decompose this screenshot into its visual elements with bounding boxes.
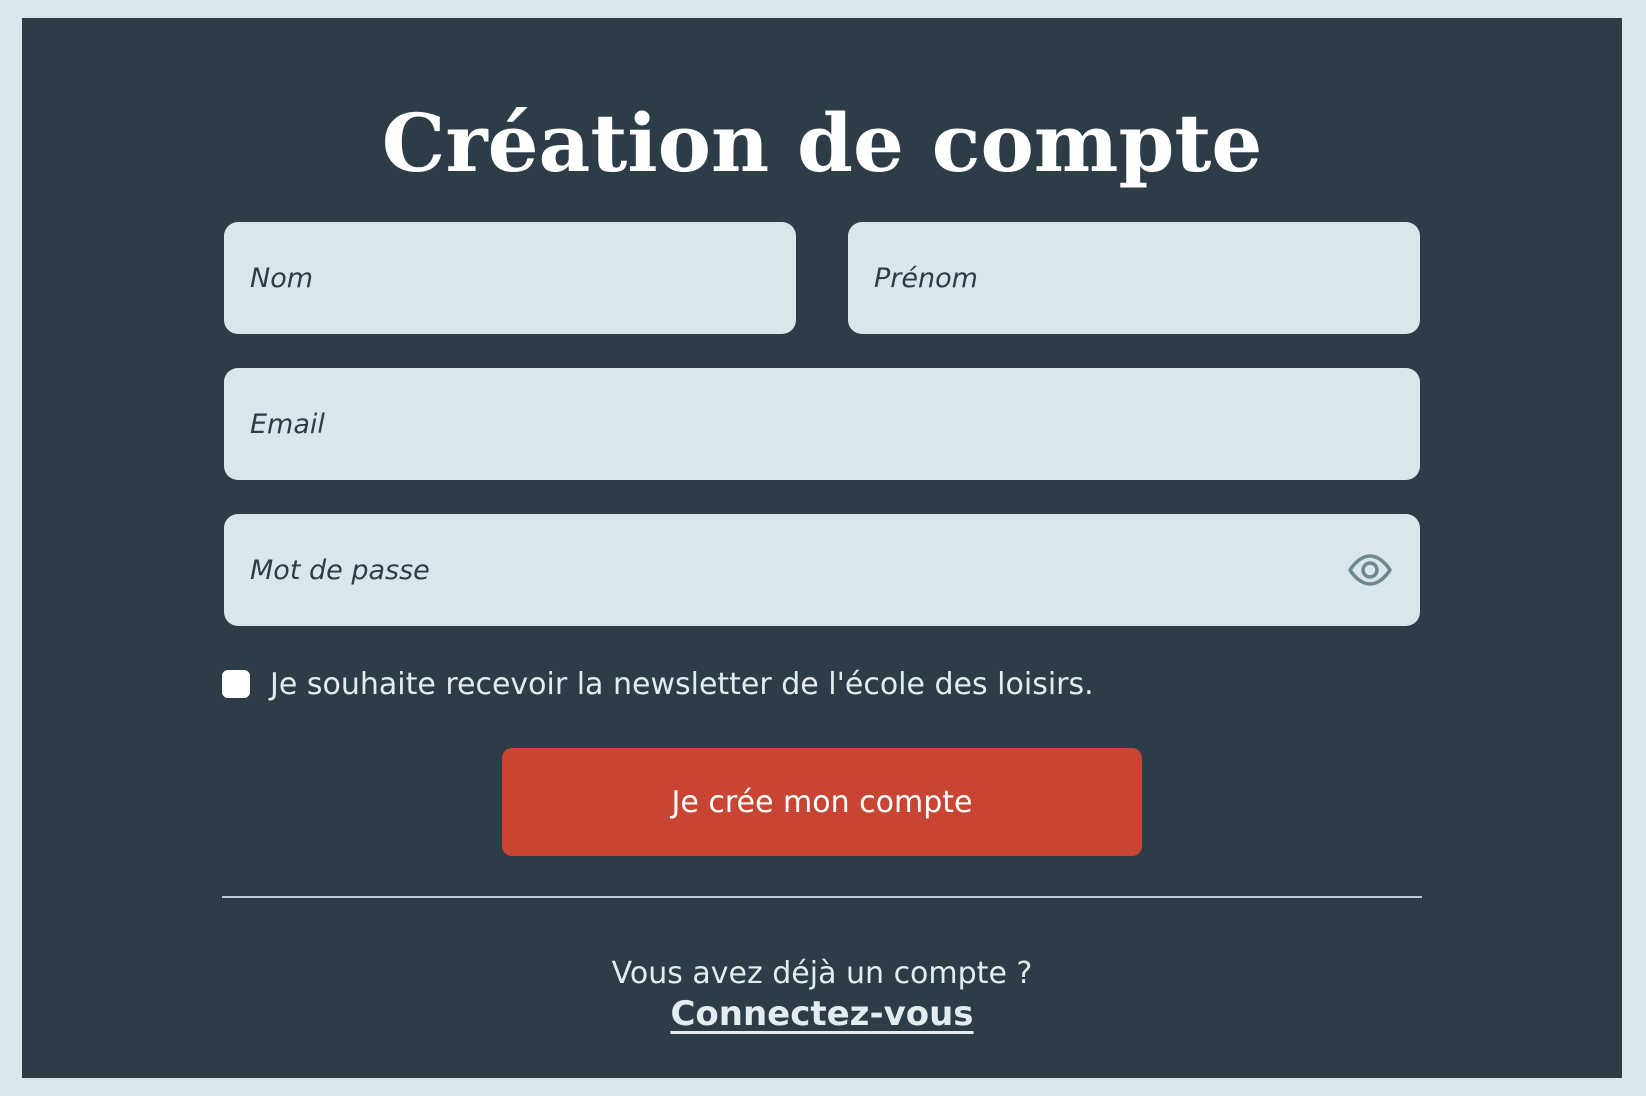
newsletter-label: Je souhaite recevoir la newsletter de l'… (270, 666, 1094, 702)
nom-field-container (224, 222, 796, 334)
prenom-input[interactable] (874, 262, 1394, 294)
login-link-wrapper: Connectez-vous (22, 992, 1622, 1036)
newsletter-checkbox[interactable] (222, 670, 250, 698)
nom-input[interactable] (250, 262, 770, 294)
password-input[interactable] (250, 554, 1334, 586)
login-link[interactable]: Connectez-vous (670, 994, 973, 1034)
eye-icon[interactable] (1346, 550, 1394, 590)
already-account-text: Vous avez déjà un compte ? (611, 956, 1033, 991)
newsletter-row: Je souhaite recevoir la newsletter de l'… (222, 664, 1094, 704)
signup-panel: Création de compte Je souhaite recevoir … (22, 18, 1622, 1078)
create-account-button[interactable]: Je crée mon compte (502, 748, 1142, 856)
password-field-container (224, 514, 1420, 626)
email-input[interactable] (250, 408, 1394, 440)
page-title: Création de compte (381, 96, 1263, 190)
prenom-field-container (848, 222, 1420, 334)
email-field-container (224, 368, 1420, 480)
divider (222, 896, 1422, 898)
